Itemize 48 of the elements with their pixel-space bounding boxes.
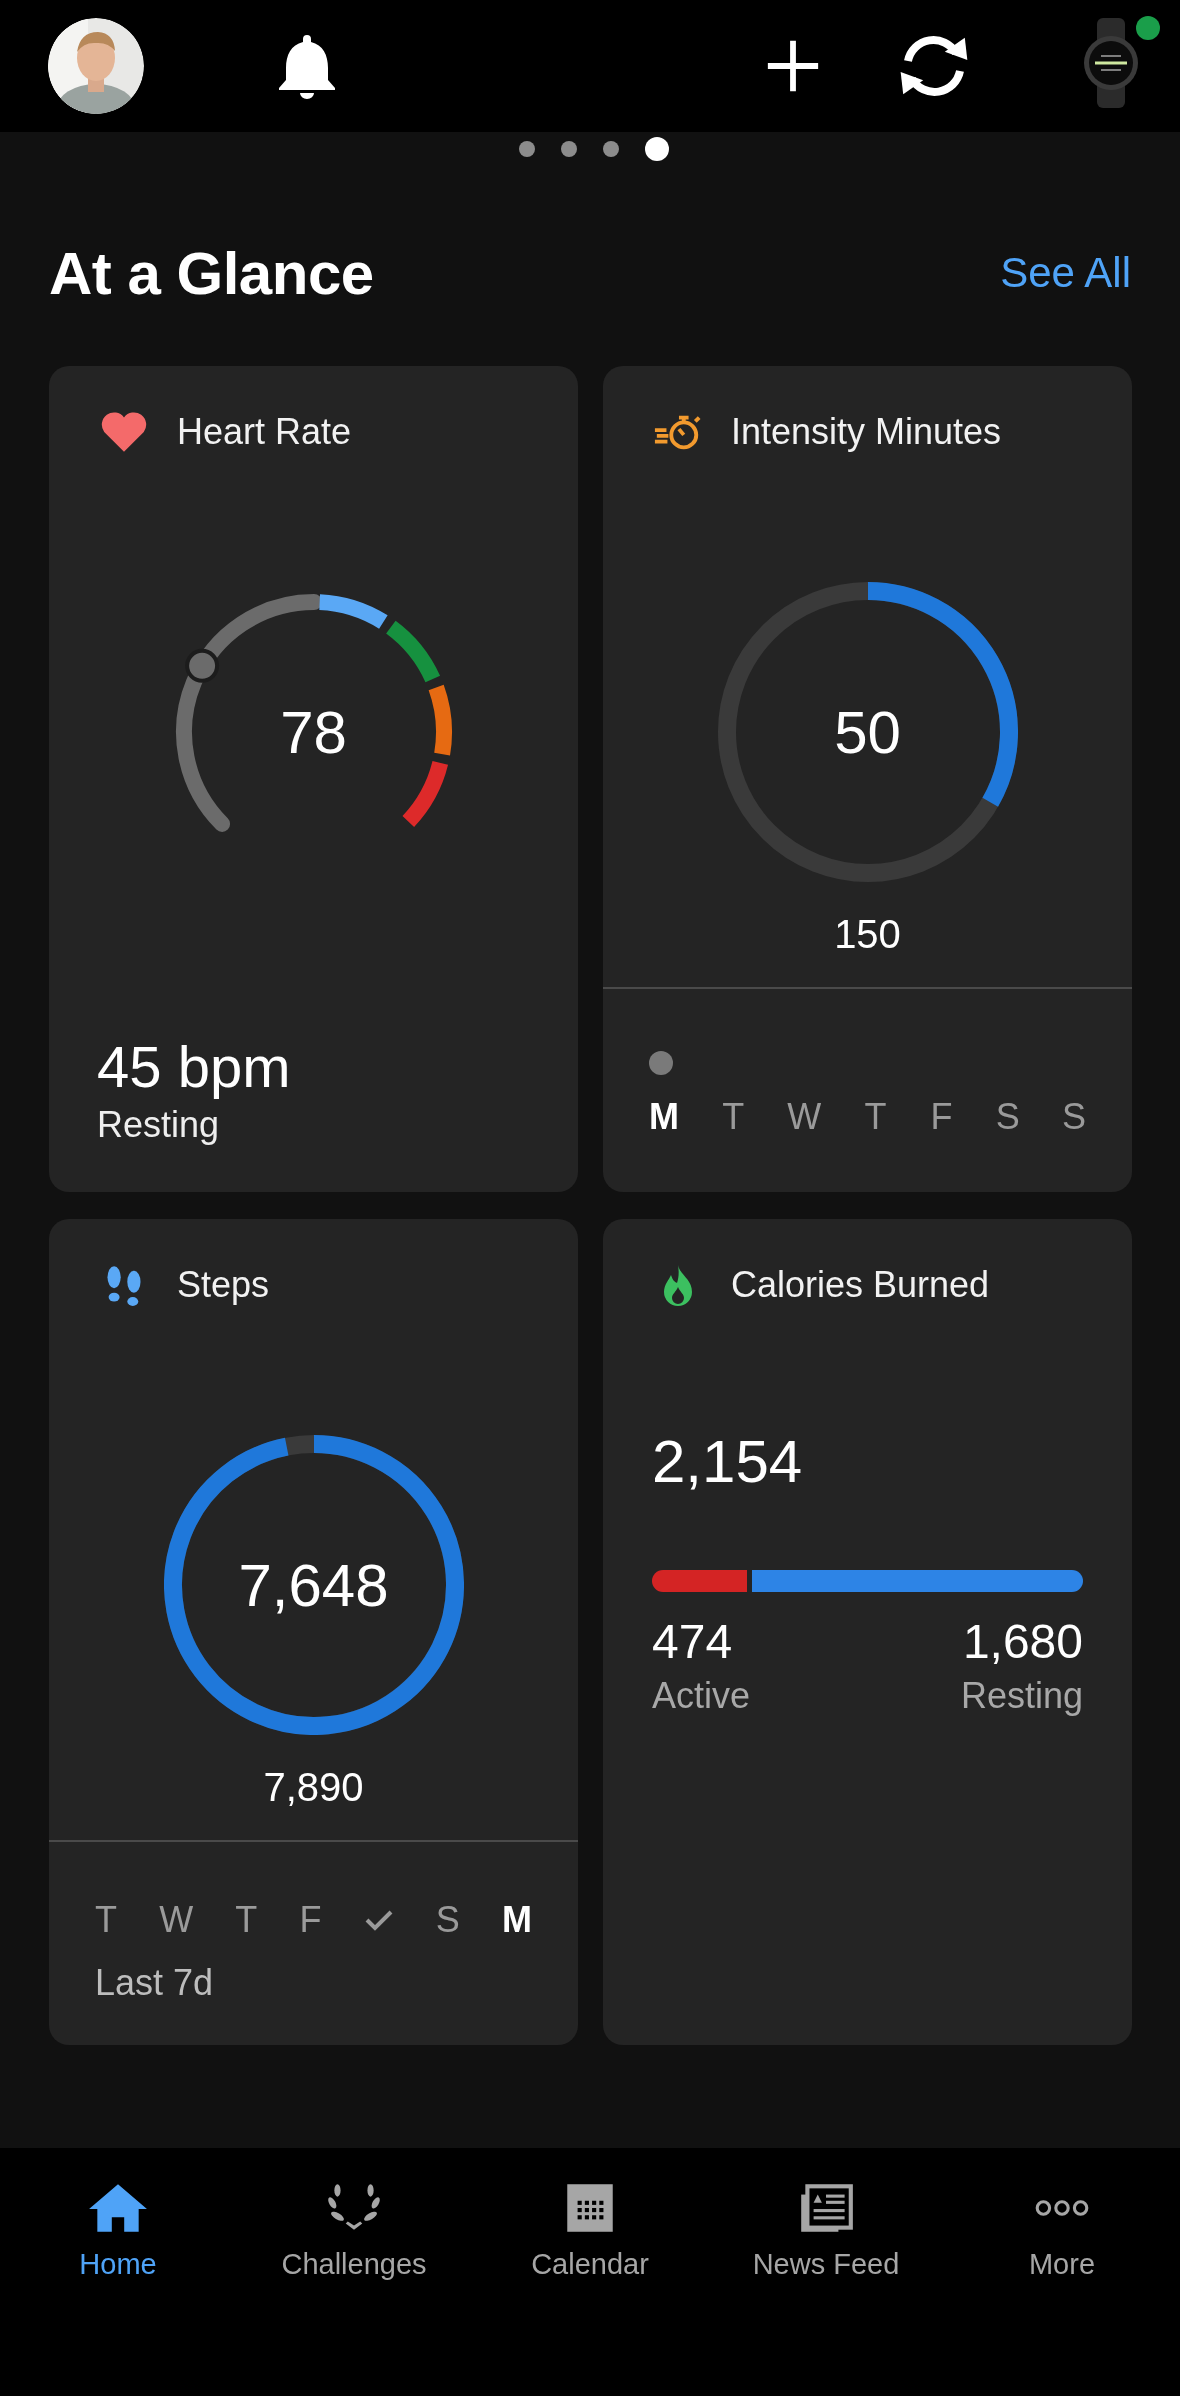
resting-label: Resting — [97, 1104, 221, 1146]
active-label: Active — [652, 1675, 751, 1717]
page-indicator-dot[interactable] — [645, 137, 669, 161]
watch-icon[interactable] — [1081, 18, 1141, 108]
weekday-label: S — [1061, 1097, 1086, 1137]
section-title: At a Glance — [49, 238, 374, 308]
steps-card[interactable]: Steps 7,648 7,890 T W T F S M Last 7d — [49, 1219, 578, 2045]
intensity-goal: 150 — [833, 912, 902, 957]
page-indicator-dot[interactable] — [603, 141, 619, 157]
card-title: Calories Burned — [731, 1264, 990, 1306]
card-title: Intensity Minutes — [731, 411, 1002, 453]
home-icon — [87, 2182, 149, 2234]
weekday-label: F — [930, 1097, 953, 1137]
weekday-label: W — [159, 1900, 194, 1940]
page-indicator-dot[interactable] — [561, 141, 577, 157]
tab-bar-item[interactable]: Calendar — [472, 2162, 708, 2281]
weekday-label: S — [995, 1097, 1020, 1137]
tab-bar-item[interactable]: News Feed — [708, 2162, 944, 2281]
steps-value: 7,648 — [238, 1550, 389, 1620]
heart-rate-value: 78 — [280, 697, 347, 767]
weekday-label: M — [649, 1097, 679, 1137]
tab-bar-item[interactable]: Home — [0, 2162, 236, 2281]
page-indicator-dot[interactable] — [519, 141, 535, 157]
resting-heart-rate: 45 bpm — [97, 1034, 292, 1100]
intensity-minutes-value: 50 — [834, 697, 901, 767]
weekday-label: F — [299, 1900, 322, 1940]
tab-bar-item[interactable]: More — [944, 2162, 1180, 2281]
weekday-label: T — [864, 1097, 887, 1137]
heart-icon — [99, 410, 149, 454]
resting-label: Resting — [960, 1675, 1083, 1717]
steps-goal: 7,890 — [262, 1765, 365, 1810]
weekday-label: S — [435, 1900, 460, 1940]
calories-card[interactable]: Calories Burned 2,154 474 Active 1,680 Resting — [603, 1219, 1132, 2045]
card-title: Heart Rate — [177, 411, 352, 453]
heart-rate-card[interactable]: Heart Rate 78 45 bpm Resting — [49, 366, 578, 1192]
resting-calories: 1,680 — [962, 1614, 1083, 1669]
card-title: Steps — [177, 1264, 270, 1306]
weekday-label: M — [501, 1900, 532, 1940]
intensity-minutes-card[interactable]: Intensity Minutes 50 150 M T W T F S S — [603, 366, 1132, 1192]
active-calories: 474 — [652, 1614, 734, 1669]
tab-bar-item[interactable]: Challenges — [236, 2162, 472, 2281]
weekday-label: T — [95, 1900, 117, 1940]
weekday-label: T — [722, 1097, 745, 1137]
weekday-label: T — [235, 1900, 258, 1940]
calories-total: 2,154 — [652, 1427, 804, 1496]
range-label: Last 7d — [95, 1962, 215, 2004]
see-all-link[interactable]: See All — [1000, 249, 1131, 297]
weekday-label: W — [787, 1097, 822, 1137]
